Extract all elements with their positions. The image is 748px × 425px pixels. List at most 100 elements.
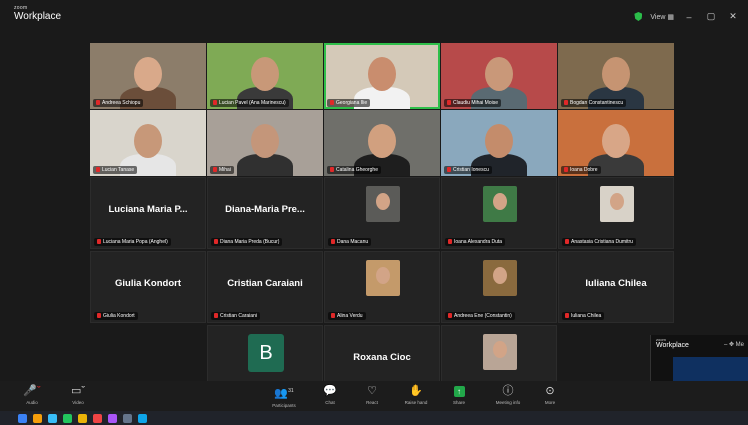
video-tile[interactable]: Lucian Tanase — [90, 110, 206, 176]
muted-mic-icon — [213, 167, 217, 172]
taskbar-app-icon[interactable] — [48, 413, 57, 423]
taskbar-app-icon[interactable] — [108, 413, 117, 423]
participant-tile[interactable]: Dana Macanu — [324, 177, 440, 249]
muted-mic-icon — [565, 313, 569, 318]
audio-label: Audio — [26, 400, 38, 405]
participant-face — [602, 124, 630, 158]
participant-face — [134, 57, 162, 91]
video-tile[interactable]: Cristian Ionescu — [441, 110, 557, 176]
participant-name-label: Ioana Dobre — [561, 166, 601, 174]
participant-name-label: Iuliana Chilea — [562, 312, 605, 320]
info-icon: ⓘ — [502, 385, 514, 397]
avatar-face — [493, 341, 507, 358]
avatar-face — [610, 193, 624, 210]
close-icon[interactable]: ✕ — [726, 11, 740, 22]
windows-start-icon[interactable] — [18, 413, 27, 423]
participant-tile[interactable]: Giulia Kondort Giulia Kondort — [90, 251, 206, 323]
taskbar-app-icon[interactable] — [63, 413, 72, 423]
muted-mic-icon — [448, 239, 452, 244]
participant-tile[interactable]: Iuliana Chilea Iuliana Chilea — [558, 251, 674, 323]
participant-name-label: Claudiu Mihai Moise — [444, 99, 502, 107]
video-tile[interactable]: Andreea Schiopu — [90, 43, 206, 109]
participant-tile[interactable]: Andreea Ene (Constantin) — [441, 251, 557, 323]
muted-mic-icon — [564, 167, 568, 172]
muted-mic-icon — [330, 167, 334, 172]
video-tile[interactable]: Catalina Gheorghe — [324, 110, 440, 176]
participant-name-label: Andreea Ene (Constantin) — [445, 312, 515, 320]
view-button[interactable]: View ▦ — [650, 13, 674, 21]
muted-mic-icon — [448, 313, 452, 318]
participant-face — [368, 57, 396, 91]
participant-display-name: Giulia Kondort — [115, 278, 181, 289]
muted-mic-icon — [331, 239, 335, 244]
audio-button[interactable]: 🎤ˇ Audio — [14, 385, 50, 405]
participant-tile[interactable]: Alina Verdu — [324, 251, 440, 323]
shield-icon[interactable] — [634, 12, 643, 21]
participant-display-name: Cristian Caraiani — [227, 278, 303, 289]
maximize-icon[interactable]: ▢ — [704, 11, 718, 22]
taskbar-app-icon[interactable] — [93, 413, 102, 423]
minimize-icon[interactable]: – — [682, 12, 696, 22]
chat-label: Chat — [325, 400, 335, 405]
participant-name-label: Mihai — [210, 166, 234, 174]
participant-name-label: Lucian Tanase — [93, 166, 138, 174]
participant-display-name: Roxana Cioc — [353, 352, 411, 363]
participant-name-label: Bogdan Constantinescu — [561, 99, 627, 107]
participant-name-label: Andreea Schiopu — [93, 99, 144, 107]
participant-name-text: Georgiana Ilie — [336, 100, 368, 106]
participant-tile[interactable]: Anastasia Cristiana Dumitru — [558, 177, 674, 249]
react-label: React — [366, 400, 378, 405]
video-tile[interactable]: Lucian Pavel (Ana Marinescu) — [207, 43, 323, 109]
participant-name-text: Anastasia Cristiana Dumitru — [571, 239, 633, 245]
video-tile[interactable]: Mihai — [207, 110, 323, 176]
react-button[interactable]: ♡ React — [354, 385, 390, 405]
participant-name-text: Claudiu Mihai Moise — [453, 100, 499, 106]
muted-mic-icon — [564, 100, 568, 105]
participant-name-text: Ioana Alexandra Duta — [454, 239, 503, 245]
taskbar-app-icon[interactable] — [123, 413, 132, 423]
video-tile[interactable]: Ioana Dobre — [558, 110, 674, 176]
avatar-face — [493, 267, 507, 284]
participant-tile[interactable]: Cristian Caraiani Cristian Caraiani — [207, 251, 323, 323]
participant-face — [485, 57, 513, 91]
more-button[interactable]: ⊙ More — [532, 385, 568, 405]
participant-name-label: Dana Macanu — [328, 238, 372, 246]
raise-hand-button[interactable]: ✋ Raise hand — [394, 385, 438, 405]
taskbar-app-icon[interactable] — [33, 413, 42, 423]
avatar — [483, 186, 517, 222]
participant-name-text: Lucian Tanase — [102, 167, 135, 173]
muted-mic-icon — [447, 100, 451, 105]
video-button[interactable]: ▭ˇ Video — [60, 385, 96, 405]
muted-mic-icon — [97, 239, 101, 244]
video-tile[interactable]: Bogdan Constantinescu — [558, 43, 674, 109]
os-taskbar — [0, 411, 748, 425]
more-icon: ⊙ — [545, 385, 555, 397]
chat-button[interactable]: 💬 Chat — [312, 385, 348, 405]
avatar-face — [376, 193, 390, 210]
participant-name-label: Ioana Alexandra Duta — [445, 238, 506, 246]
taskbar-app-icon[interactable] — [138, 413, 147, 423]
more-label: More — [544, 400, 556, 405]
meeting-info-button[interactable]: ⓘ Meeting info — [486, 385, 530, 405]
participant-tile[interactable]: Diana-Maria Pre... Diana Maria Preda (Buc… — [207, 177, 323, 249]
avatar — [483, 334, 517, 370]
taskbar-app-icon[interactable] — [78, 413, 87, 423]
muted-mic-icon — [96, 167, 100, 172]
video-tile[interactable]: Claudiu Mihai Moise — [441, 43, 557, 109]
participant-tile[interactable]: Ioana Alexandra Duta — [441, 177, 557, 249]
participants-icon: 👥31 — [274, 387, 294, 400]
muted-mic-icon — [96, 100, 100, 105]
video-tile[interactable]: Georgiana Ilie — [324, 43, 440, 109]
participant-name-text: Luciana Maria Popa (Anghel) — [103, 239, 168, 245]
title-bar: zoom Workplace View ▦ – ▢ ✕ — [0, 0, 748, 34]
mini-window-controls[interactable]: – ✥ Me — [724, 341, 744, 348]
participant-face — [368, 124, 396, 158]
avatar-initial: B — [248, 334, 284, 372]
participant-display-name: Diana-Maria Pre... — [225, 204, 305, 215]
participant-display-name: Luciana Maria P... — [108, 204, 188, 215]
share-button[interactable]: ↑ Share — [441, 385, 477, 405]
participant-tile[interactable]: Luciana Maria P... Luciana Maria Popa (An… — [90, 177, 206, 249]
participants-button[interactable]: 👥31 Participants — [262, 385, 306, 408]
participant-name-text: Cristian Ionescu — [453, 167, 489, 173]
muted-mic-icon — [331, 313, 335, 318]
